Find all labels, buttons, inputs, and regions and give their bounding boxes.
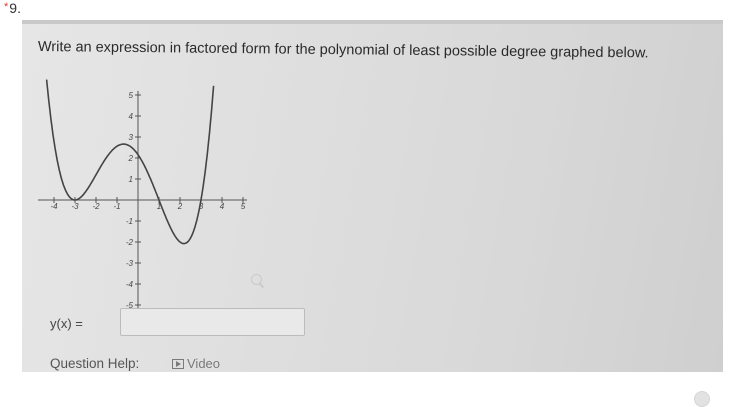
question-number: *9. — [4, 0, 21, 16]
answer-label: y(x) = — [50, 316, 83, 331]
polynomial-graph: -5-4-3-2-11234554321-1-2-3-4-5 — [38, 79, 247, 310]
video-link-label: Video — [187, 356, 221, 371]
y-tick-label: 4 — [129, 112, 134, 121]
x-tick-label: 2 — [177, 202, 183, 211]
magnifier-icon[interactable] — [251, 274, 262, 285]
y-tick-label: -4 — [126, 280, 134, 289]
graph-axes — [38, 91, 247, 309]
photo-top-edge — [22, 20, 723, 24]
x-tick-label: -1 — [113, 202, 120, 211]
y-tick-label: -2 — [126, 238, 134, 247]
x-tick-label: -2 — [92, 202, 100, 211]
y-tick-label: -3 — [126, 259, 134, 268]
question-photo: Write an expression in factored form for… — [22, 20, 723, 372]
question-prompt: Write an expression in factored form for… — [37, 39, 649, 62]
y-tick-label: -1 — [126, 217, 133, 226]
circle-icon — [694, 391, 710, 407]
x-tick-label: 4 — [220, 202, 225, 211]
y-tick-label: 3 — [129, 133, 134, 142]
x-tick-label: -4 — [50, 202, 58, 211]
required-marker: * — [4, 1, 9, 13]
x-tick-label: 5 — [241, 202, 246, 211]
question-help-label: Question Help: — [50, 356, 140, 371]
answer-input[interactable] — [120, 308, 305, 336]
y-tick-label: 1 — [129, 175, 133, 184]
x-tick-label: -3 — [71, 202, 79, 211]
play-icon — [172, 358, 184, 369]
y-tick-label: 2 — [128, 154, 134, 163]
video-link[interactable]: Video — [172, 356, 220, 371]
question-number-label: 9. — [9, 0, 21, 16]
y-tick-label: 5 — [129, 91, 134, 100]
